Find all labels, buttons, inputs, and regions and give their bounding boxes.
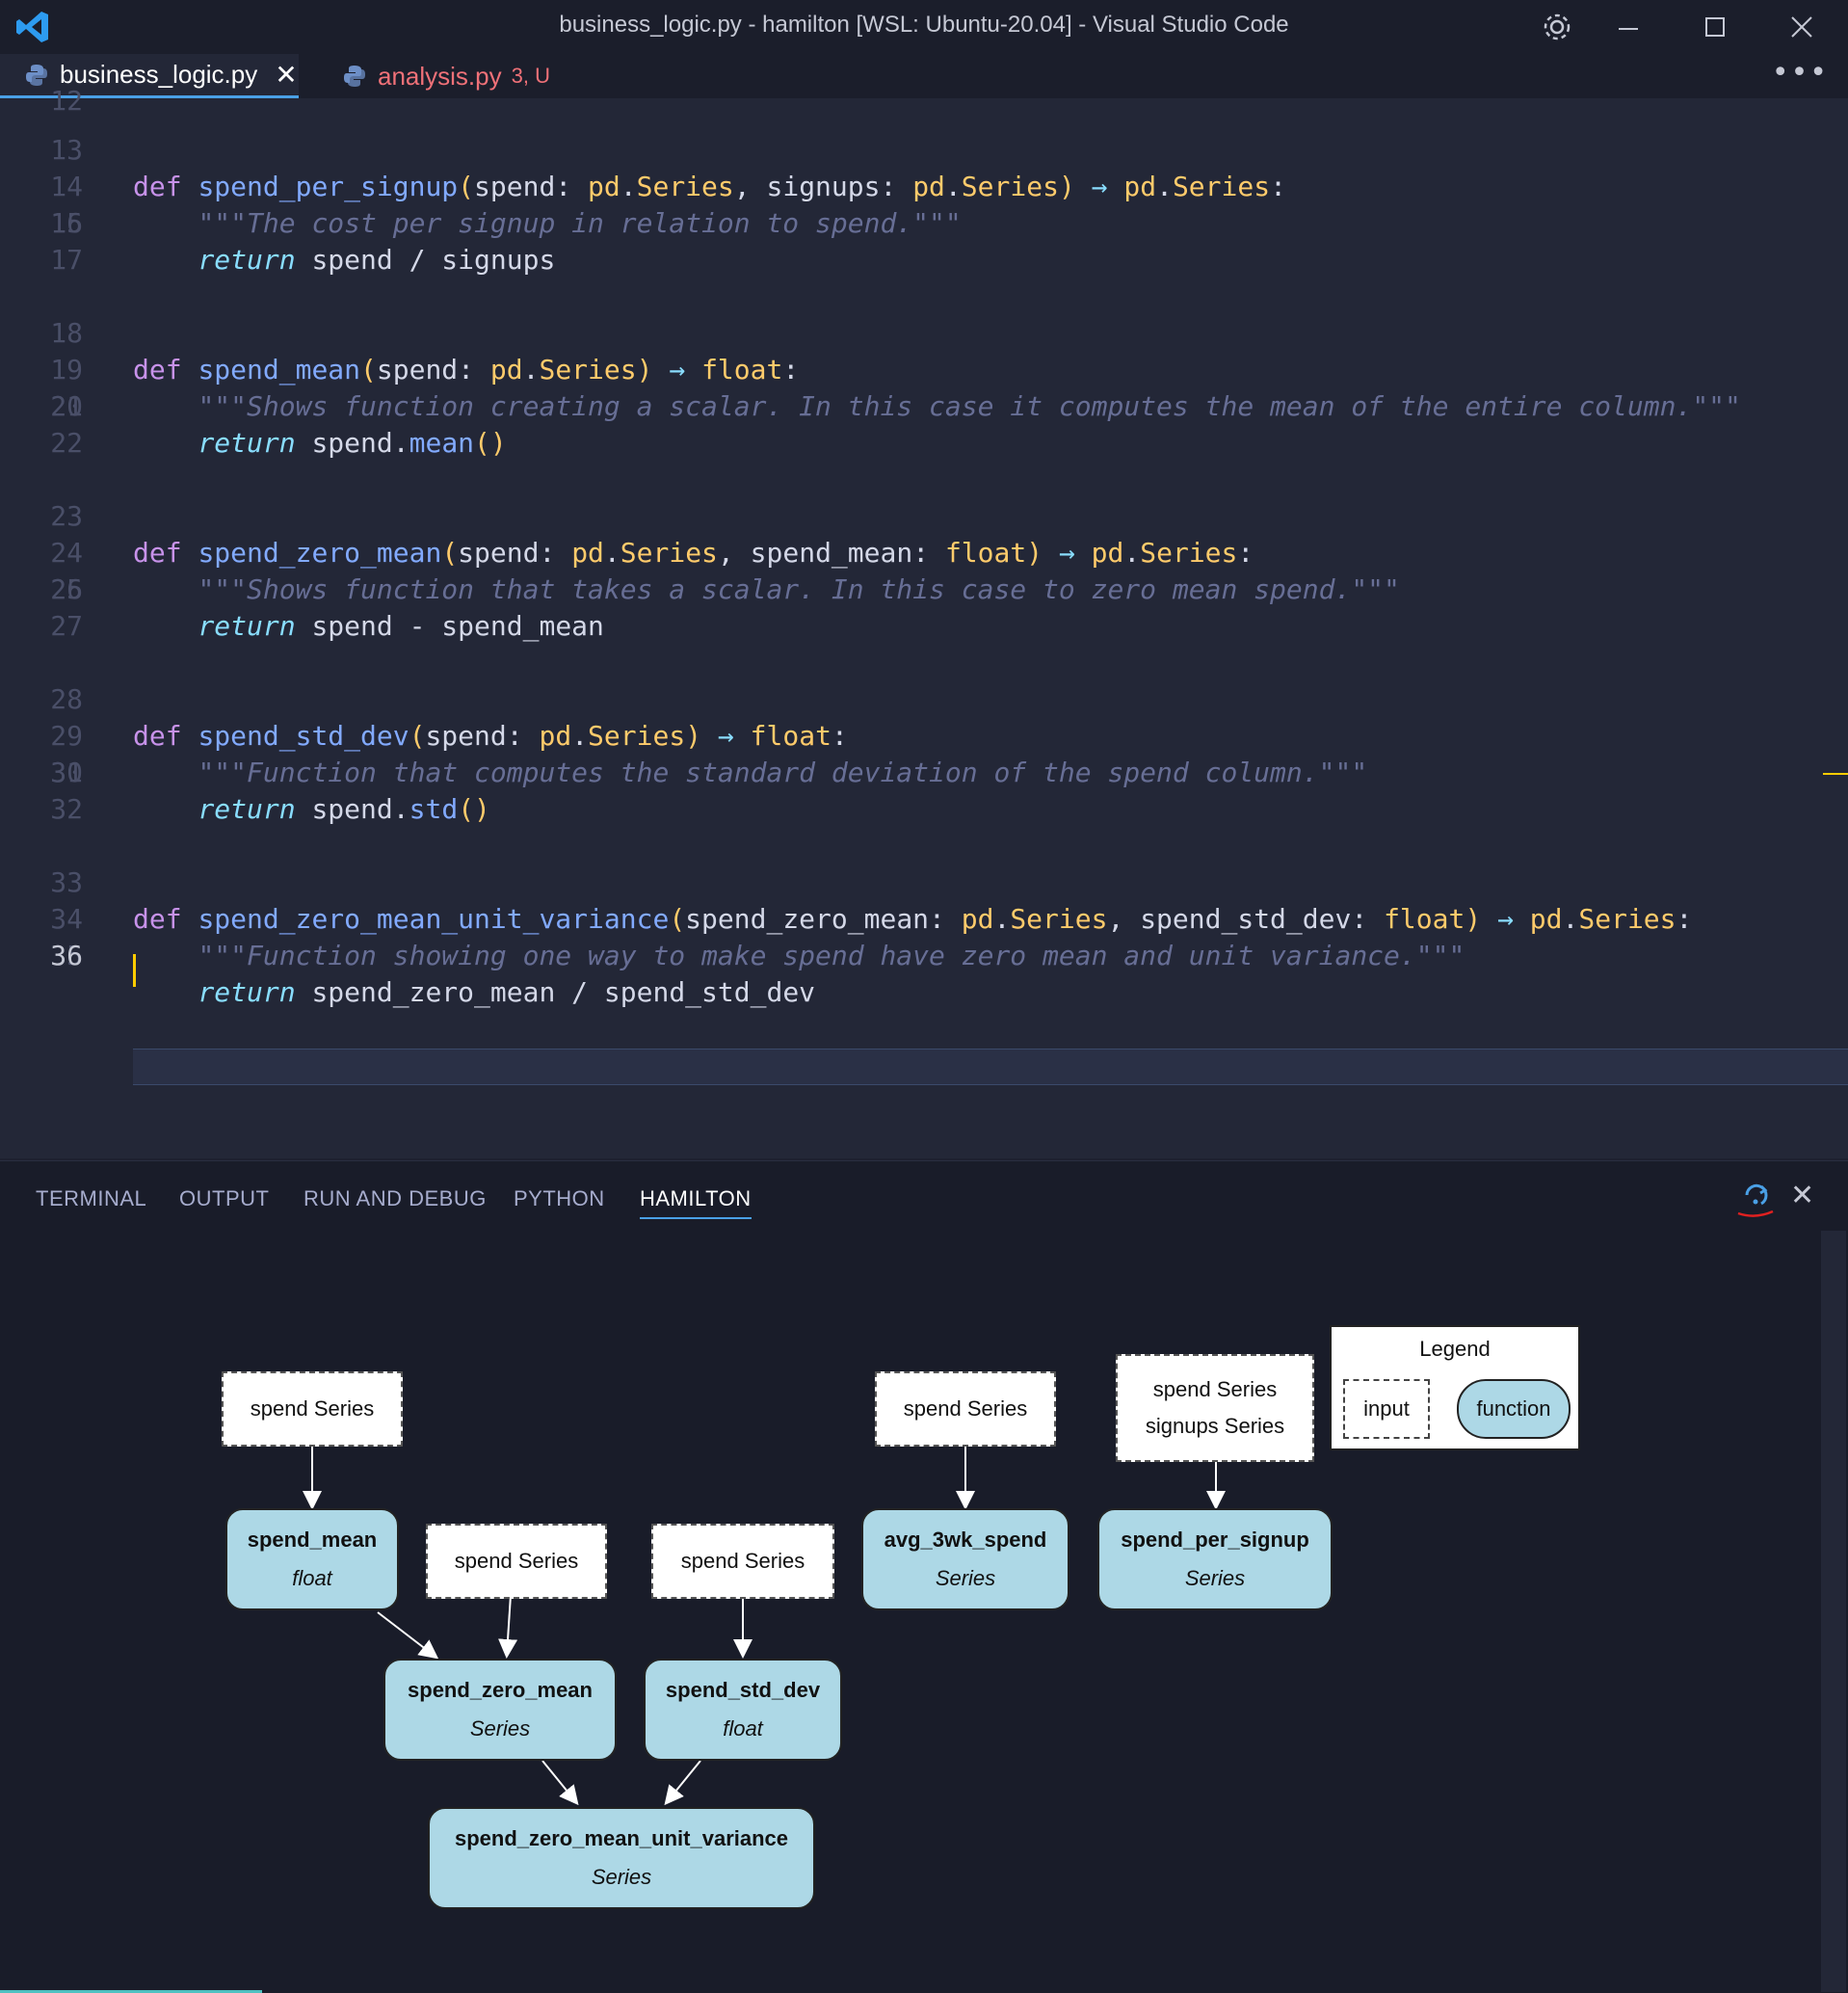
line-number: 32 — [50, 793, 83, 825]
node-type: Series — [1184, 1566, 1246, 1590]
edge — [498, 1594, 518, 1659]
code-line: 33 def spend_zero_mean_unit_variance(spe… — [0, 828, 1848, 935]
function-node: spend_mean float — [225, 1508, 399, 1610]
node-name: spend_std_dev — [665, 1678, 821, 1702]
line-number: 22 — [50, 427, 83, 459]
line-number: 17 — [50, 244, 83, 276]
function-node: spend_zero_mean Series — [383, 1659, 617, 1761]
node-label: spend Series — [250, 1396, 375, 1421]
node-label: spend Series — [1152, 1377, 1278, 1401]
node-name: spend_mean — [247, 1528, 378, 1552]
node-label: signups Series — [1145, 1414, 1285, 1438]
function-node: spend_std_dev float — [644, 1659, 842, 1761]
node-name: spend_zero_mean — [408, 1678, 593, 1702]
current-line-highlight — [133, 1049, 1848, 1085]
line-number: 27 — [50, 610, 83, 642]
input-node: spend Series — [651, 1524, 834, 1599]
input-node: spend Series — [426, 1524, 607, 1599]
legend-title: Legend — [1419, 1337, 1491, 1361]
node-type: Series — [469, 1716, 531, 1741]
node-label: spend Series — [903, 1396, 1028, 1421]
code-editor[interactable]: 12 13 def spend_per_signup(spend: pd.Ser… — [0, 85, 1848, 1158]
node-type: float — [292, 1566, 332, 1590]
code-line: 24 """Shows function that takes a scalar… — [0, 498, 1848, 605]
line-number: 21 — [50, 390, 83, 422]
edge — [541, 1760, 579, 1806]
graph-legend: Legend input function — [1330, 1325, 1580, 1450]
code-line: 35 return spend_zero_mean / spend_std_de… — [0, 901, 1848, 1008]
node-name: avg_3wk_spend — [884, 1528, 1047, 1552]
code-line: 28 def spend_std_dev(spend: pd.Series) →… — [0, 645, 1848, 752]
node-type: float — [723, 1716, 763, 1741]
code-line: 29 """Function that computes the standar… — [0, 681, 1848, 788]
code-line: 15 return spend / signups — [0, 169, 1848, 276]
line-number: 26 — [50, 573, 83, 605]
function-node: spend_zero_mean_unit_variance Series — [428, 1807, 815, 1909]
minimize-icon[interactable] — [1609, 8, 1648, 46]
close-window-icon[interactable] — [1782, 8, 1821, 46]
line-number: 36 — [50, 940, 83, 971]
node-type: Series — [935, 1566, 996, 1590]
legend-function-swatch: function — [1457, 1379, 1571, 1439]
node-label: spend Series — [454, 1549, 579, 1573]
code-line: 20 return spend.mean() — [0, 352, 1848, 459]
function-node: avg_3wk_spend Series — [861, 1508, 1069, 1610]
code-line: 13 def spend_per_signup(spend: pd.Series… — [0, 95, 1848, 202]
line-number: 16 — [50, 207, 83, 239]
code-line: 30 return spend.std() — [0, 718, 1848, 825]
function-node: spend_per_signup Series — [1097, 1508, 1333, 1610]
bottom-panel: TERMINAL OUTPUT RUN AND DEBUG PYTHON HAM… — [0, 1160, 1848, 1993]
code-text: spend_zero_mean / spend_std_dev — [295, 976, 816, 1008]
input-node: spend Series signups Series — [1116, 1354, 1314, 1462]
maximize-icon[interactable] — [1696, 8, 1734, 46]
code-line: 34 """Function showing one way to make s… — [0, 864, 1848, 971]
legend-input-swatch: input — [1343, 1379, 1430, 1439]
code-line: 19 """Shows function creating a scalar. … — [0, 315, 1848, 422]
node-name: spend_zero_mean_unit_variance — [454, 1826, 789, 1850]
edge — [377, 1611, 439, 1660]
gear-icon[interactable] — [1538, 8, 1576, 46]
node-label: spend Series — [680, 1549, 805, 1573]
code-line: 14 """The cost per signup in relation to… — [0, 132, 1848, 239]
title-bar: business_logic.py - hamilton [WSL: Ubunt… — [0, 0, 1848, 54]
line-number: 31 — [50, 757, 83, 788]
code-line: 23 def spend_zero_mean(spend: pd.Series,… — [0, 462, 1848, 569]
hamilton-dag: spend Series spend Series spend Series s… — [0, 1161, 1848, 1993]
code-line: 18 def spend_mean(spend: pd.Series) → fl… — [0, 279, 1848, 385]
keyword: return — [198, 976, 296, 1008]
input-node: spend Series — [875, 1371, 1056, 1447]
code-line: 25 return spend - spend_mean — [0, 535, 1848, 642]
edge — [664, 1760, 701, 1806]
node-type: Series — [591, 1865, 652, 1889]
node-name: spend_per_signup — [1121, 1528, 1309, 1552]
text-cursor — [133, 954, 136, 987]
panel-scrollbar[interactable] — [1821, 1231, 1846, 1992]
input-node: spend Series — [222, 1371, 403, 1447]
